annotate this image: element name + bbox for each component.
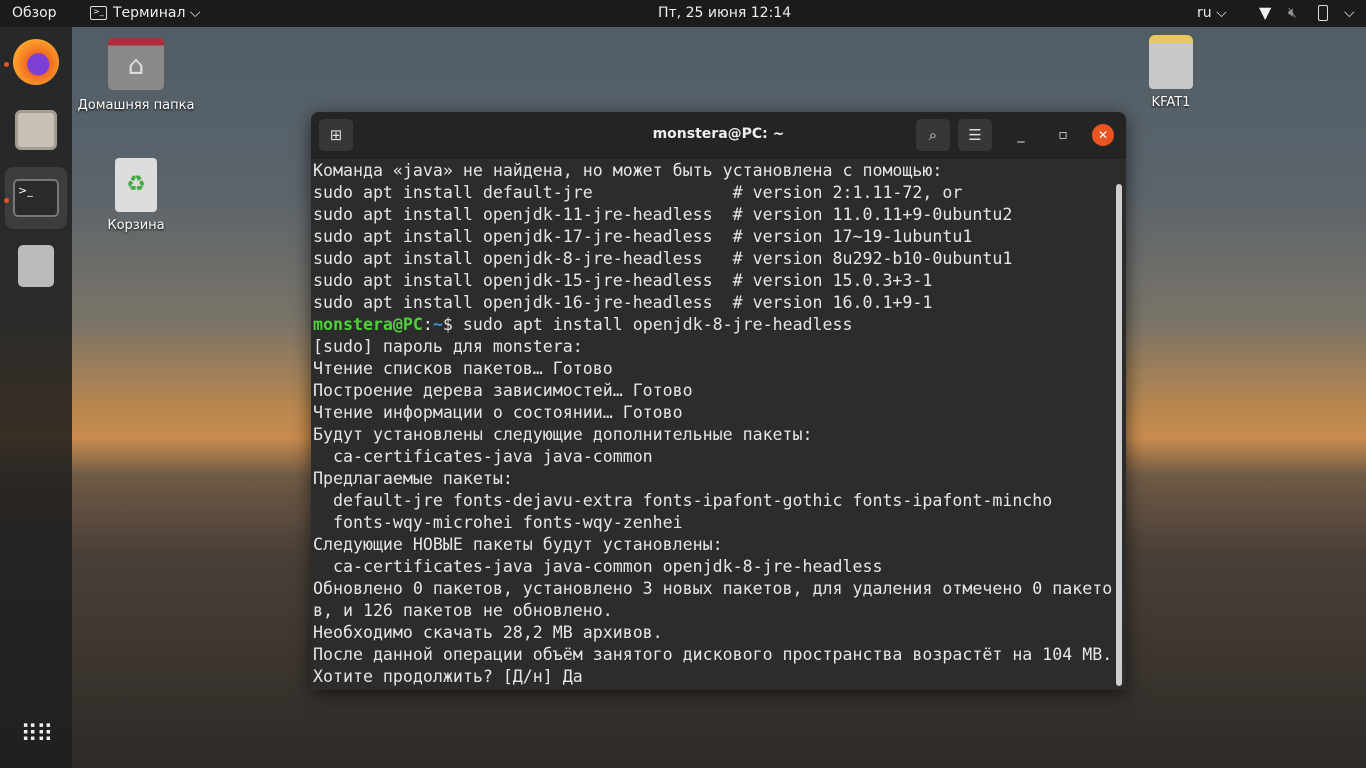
home-folder-icon: ⌂ — [108, 38, 164, 90]
search-button[interactable]: ⌕ — [916, 119, 950, 151]
output-line: Обновлено 0 пакетов, установлено 3 новых… — [313, 579, 1113, 598]
desktop-drive-kfat1[interactable]: KFAT1 — [1106, 35, 1236, 110]
terminal-icon: >_ — [90, 6, 107, 20]
output-line: sudo apt install openjdk-8-jre-headless … — [313, 249, 1013, 268]
wifi-icon[interactable]: ▼ — [1259, 3, 1271, 22]
volume-muted-icon[interactable]: 🔇︎ — [1288, 5, 1297, 21]
prompt-sep: : — [422, 315, 433, 334]
lang-label: ru — [1197, 5, 1212, 21]
output-line: Необходимо скачать 28,2 MB архивов. — [313, 623, 663, 642]
minimize-icon: _ — [1017, 127, 1025, 143]
overview-button[interactable]: Обзор — [12, 5, 57, 21]
close-button[interactable]: ✕ — [1092, 124, 1114, 146]
menu-button[interactable]: ☰ — [958, 119, 992, 151]
app-menu-label: Терминал — [113, 5, 186, 21]
drive-label: KFAT1 — [1151, 95, 1191, 110]
output-line: fonts-wqy-microhei fonts-wqy-zenhei — [313, 513, 683, 532]
output-line: После данной операции объём занятого дис… — [313, 645, 1113, 664]
output-line: sudo apt install openjdk-17-jre-headless… — [313, 227, 973, 246]
terminal-launcher[interactable]: >_ — [5, 167, 67, 229]
output-line: sudo apt install openjdk-11-jre-headless… — [313, 205, 1013, 224]
language-indicator[interactable]: ru ⌵ — [1197, 5, 1227, 21]
system-menu-chevron-icon[interactable]: ⌵ — [1344, 5, 1355, 21]
terminal-header: ⊞ monstera@PC: ~ ⌕ ☰ _ ▫ ✕ — [311, 112, 1126, 158]
trash-icon: ♻ — [115, 158, 157, 212]
terminal-output[interactable]: Команда «java» не найдена, но может быть… — [313, 160, 1112, 688]
grid-icon: ⠿⠿ — [20, 720, 53, 748]
terminal-app-icon: >_ — [13, 179, 59, 217]
prompt-user: monstera@PC — [313, 315, 423, 334]
show-apps-button[interactable]: ⠿⠿ — [5, 703, 67, 765]
desktop-trash[interactable]: ♻ Корзина — [71, 158, 201, 233]
close-icon: ✕ — [1097, 128, 1109, 142]
battery-icon[interactable] — [1318, 5, 1328, 21]
terminal-window[interactable]: ⊞ monstera@PC: ~ ⌕ ☰ _ ▫ ✕ Команда «java… — [311, 112, 1126, 690]
output-line: ca-certificates-java java-common openjdk… — [313, 557, 883, 576]
dock: >_ ⠿⠿ — [0, 27, 72, 768]
output-line: Команда «java» не найдена, но может быть… — [313, 161, 943, 180]
running-indicator — [4, 198, 9, 203]
output-line: sudo apt install openjdk-15-jre-headless… — [313, 271, 933, 290]
sd-card-icon — [18, 245, 54, 287]
output-line: sudo apt install default-jre # version 2… — [313, 183, 963, 202]
maximize-icon: ▫ — [1058, 127, 1068, 143]
output-line: Построение дерева зависимостей… Готово — [313, 381, 693, 400]
clock[interactable]: Пт, 25 июня 12:14 — [658, 5, 791, 21]
minimize-button[interactable]: _ — [1010, 124, 1032, 146]
output-line: Предлагаемые пакеты: — [313, 469, 513, 488]
window-title: monstera@PC: ~ — [652, 126, 785, 142]
sd-card-icon — [1149, 35, 1193, 89]
output-line: в, и 126 пакетов не обновлено. — [313, 601, 613, 620]
output-line: default-jre fonts-dejavu-extra fonts-ipa… — [313, 491, 1053, 510]
maximize-button[interactable]: ▫ — [1052, 124, 1074, 146]
hamburger-icon: ☰ — [968, 126, 982, 144]
output-line: sudo apt install openjdk-16-jre-headless… — [313, 293, 933, 312]
home-folder-label: Домашняя папка — [77, 98, 195, 113]
files-icon — [15, 110, 57, 150]
prompt-line: monstera@PC:~$ sudo apt install openjdk-… — [313, 314, 1112, 336]
output-line: ca-certificates-java java-common — [313, 447, 653, 466]
firefox-launcher[interactable] — [5, 31, 67, 93]
output-line: Чтение информации о состоянии… Готово — [313, 403, 683, 422]
output-line: [sudo] пароль для monstera: — [313, 337, 583, 356]
scrollbar[interactable] — [1116, 184, 1122, 686]
top-bar: Обзор >_ Терминал ⌵ Пт, 25 июня 12:14 ru… — [0, 0, 1366, 27]
output-line: Чтение списков пакетов… Готово — [313, 359, 613, 378]
output-line: Будут установлены следующие дополнительн… — [313, 425, 813, 444]
trash-label: Корзина — [107, 218, 165, 233]
desktop-home-folder[interactable]: ⌂ Домашняя папка — [71, 38, 201, 113]
output-line: Следующие НОВЫЕ пакеты будут установлены… — [313, 535, 723, 554]
prompt-command: $ sudo apt install openjdk-8-jre-headles… — [442, 315, 853, 334]
search-icon: ⌕ — [928, 126, 938, 144]
firefox-icon — [13, 39, 59, 85]
drive-launcher[interactable] — [5, 235, 67, 297]
output-line: Хотите продолжить? [Д/н] Да — [313, 667, 583, 686]
files-launcher[interactable] — [5, 99, 67, 161]
prompt-path: ~ — [432, 315, 443, 334]
app-menu[interactable]: Терминал ⌵ — [113, 5, 200, 21]
